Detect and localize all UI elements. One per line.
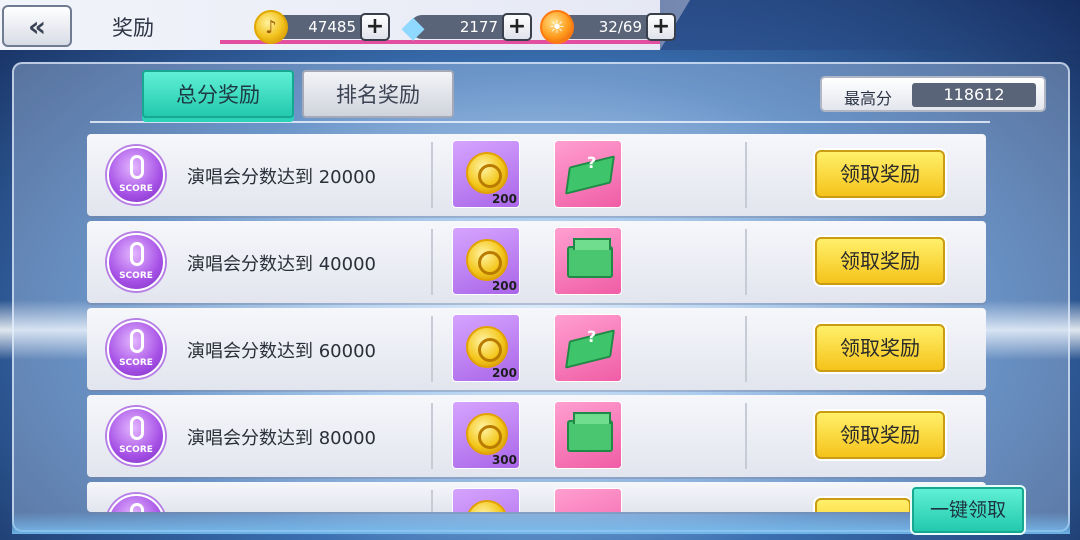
divider (431, 403, 433, 469)
microphone-icon (130, 329, 144, 353)
coin-icon (466, 239, 508, 281)
coin-reward[interactable] (452, 488, 520, 512)
ticket-reward[interactable]: ? (554, 314, 622, 382)
divider (431, 142, 433, 208)
score-mic-icon: SCORE (107, 233, 165, 291)
microphone-icon (130, 503, 144, 512)
reward-quantity: 200 (491, 279, 517, 293)
row-goal-text: 演唱会分数达到 40000 (187, 254, 376, 275)
microphone-icon (130, 155, 144, 179)
coin-icon (466, 326, 508, 368)
reward-quantity: 200 (491, 192, 517, 206)
ticket-pack-icon (567, 238, 613, 278)
coin-icon (466, 152, 508, 194)
claim-reward-button[interactable]: 领取奖励 (815, 150, 945, 198)
claim-reward-button[interactable]: 领取奖励 (815, 411, 945, 459)
list-item (87, 482, 986, 512)
ticket-reward[interactable] (554, 488, 622, 512)
divider (431, 316, 433, 382)
divider (431, 490, 433, 512)
list-item: SCORE 演唱会分数达到 80000 300 领取奖励 (87, 395, 986, 477)
divider (745, 316, 747, 382)
divider (745, 229, 747, 295)
divider (431, 229, 433, 295)
ticket-pack-icon (567, 412, 613, 452)
score-mic-icon: SCORE (107, 320, 165, 378)
claim-all-button[interactable]: 一键领取 (912, 487, 1024, 533)
microphone-icon (130, 242, 144, 266)
row-goal-text: 演唱会分数达到 60000 (187, 341, 376, 362)
coin-icon (466, 500, 508, 512)
list-item: SCORE 演唱会分数达到 40000 200 领取奖励 (87, 221, 986, 303)
row-goal-text: 演唱会分数达到 80000 (187, 428, 376, 449)
list-item: SCORE 演唱会分数达到 60000 200 ? 领取奖励 (87, 308, 986, 390)
pack-reward[interactable] (554, 227, 622, 295)
reward-list: SCORE 演唱会分数达到 20000 200 ? 领取奖励 SCORE 演唱会… (0, 0, 1080, 540)
divider (745, 142, 747, 208)
row-goal-text: 演唱会分数达到 20000 (187, 167, 376, 188)
ticket-reward[interactable]: ? (554, 140, 622, 208)
claim-reward-button[interactable]: 领取奖励 (815, 324, 945, 372)
claim-reward-button[interactable] (815, 498, 911, 512)
score-mic-icon (107, 494, 165, 512)
microphone-icon (130, 416, 144, 440)
score-mic-icon: SCORE (107, 407, 165, 465)
pack-reward[interactable] (554, 401, 622, 469)
score-mic-icon: SCORE (107, 146, 165, 204)
list-item: SCORE 演唱会分数达到 20000 200 ? 领取奖励 (87, 134, 986, 216)
reward-quantity: 200 (491, 366, 517, 380)
coin-reward[interactable]: 300 (452, 401, 520, 469)
claim-reward-button[interactable]: 领取奖励 (815, 237, 945, 285)
divider (745, 403, 747, 469)
reward-quantity: 300 (491, 453, 517, 467)
coin-reward[interactable]: 200 (452, 140, 520, 208)
coin-icon (466, 413, 508, 455)
coin-reward[interactable]: 200 (452, 314, 520, 382)
coin-reward[interactable]: 200 (452, 227, 520, 295)
